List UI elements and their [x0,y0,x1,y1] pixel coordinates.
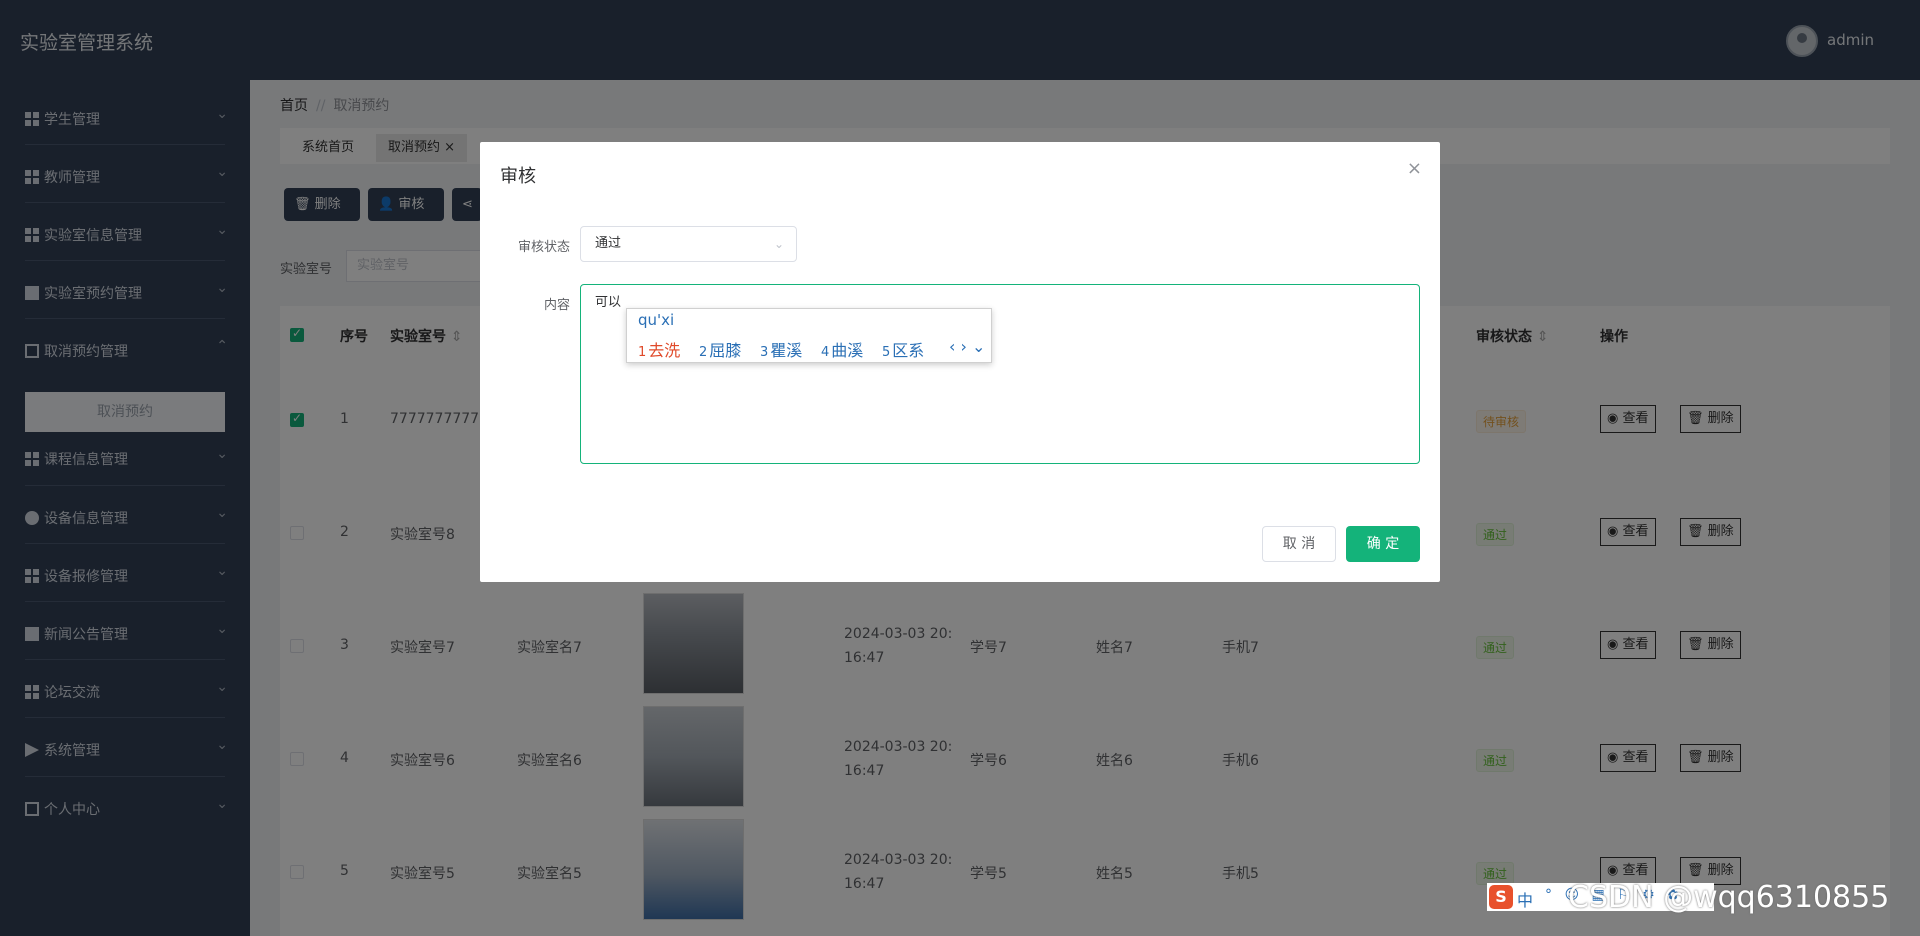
ime-candidate[interactable]: 3 瞿溪 [760,337,802,361]
ime-candidate[interactable]: 5 区系 [882,337,924,361]
ime-candidate-window: qu'xi 1 去洗 2 屈膝 3 瞿溪 4 曲溪 5 区系 ‹ › ⌄ [626,308,992,363]
close-icon[interactable]: × [1407,158,1422,179]
ime-candidate[interactable]: 1 去洗 [638,337,680,361]
dialog-title: 审核 [500,166,536,187]
confirm-button[interactable]: 确 定 [1346,526,1420,562]
chevron-down-icon: ⌄ [773,237,784,251]
ime-input-text: qu'xi [638,311,675,329]
ime-candidate[interactable]: 4 曲溪 [821,337,863,361]
ime-candidate[interactable]: 2 屈膝 [699,337,741,361]
ime-lang-toggle[interactable]: 中 [1517,887,1533,911]
select-value: 通过 [595,236,622,251]
cancel-button[interactable]: 取 消 [1262,526,1336,562]
watermark: CSDN @wqq6310855 [1568,880,1890,915]
content-field-label: 内容 [543,298,570,313]
ime-page-nav[interactable]: ‹ › ⌄ [949,337,985,356]
ime-logo-icon[interactable]: S [1489,885,1513,909]
status-field-label: 审核状态 [517,240,570,255]
audit-status-select[interactable]: 通过 ⌄ [580,226,797,262]
